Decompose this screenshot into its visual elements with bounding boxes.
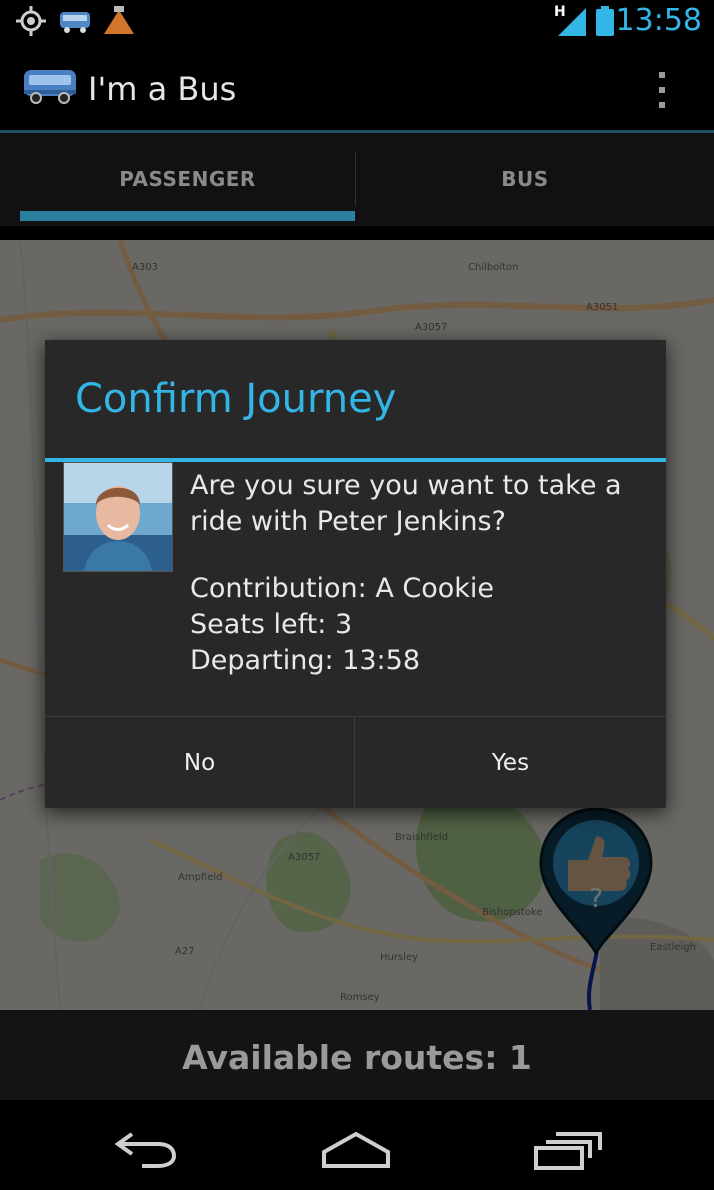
bus-icon xyxy=(60,12,90,33)
no-button[interactable]: No xyxy=(45,717,354,809)
confirm-journey-dialog: Confirm Journey Are you sure you want to… xyxy=(45,340,666,809)
recents-icon[interactable] xyxy=(534,1130,602,1170)
dialog-message: Are you sure you want to take a ride wit… xyxy=(190,470,622,537)
available-routes-footer: Available routes: 1 xyxy=(0,1010,714,1105)
overflow-menu-icon[interactable] xyxy=(652,70,672,110)
app-logo-bus-icon xyxy=(24,70,76,104)
seats-left-text: Seats left: 3 xyxy=(190,609,353,640)
status-bar: H 13:58 xyxy=(0,0,714,44)
yes-button[interactable]: Yes xyxy=(355,717,666,809)
home-icon[interactable] xyxy=(320,1130,392,1170)
clock: 13:58 xyxy=(615,3,702,38)
driver-avatar xyxy=(63,462,173,572)
back-icon[interactable] xyxy=(112,1128,178,1168)
tab-bar: PASSENGER BUS xyxy=(0,133,714,226)
system-nav-bar xyxy=(0,1100,714,1190)
departing-text: Departing: 13:58 xyxy=(190,645,421,676)
location-icon xyxy=(16,6,46,36)
app-title: I'm a Bus xyxy=(88,70,237,108)
tab-selected-indicator xyxy=(20,211,355,221)
battery-icon xyxy=(596,6,614,36)
dialog-title: Confirm Journey xyxy=(75,376,397,422)
network-type: H xyxy=(554,4,566,20)
contribution-text: Contribution: A Cookie xyxy=(190,573,495,604)
dialog-button-row: No Yes xyxy=(45,716,666,809)
tab-bus[interactable]: BUS xyxy=(356,133,694,225)
warning-icon xyxy=(104,6,134,34)
